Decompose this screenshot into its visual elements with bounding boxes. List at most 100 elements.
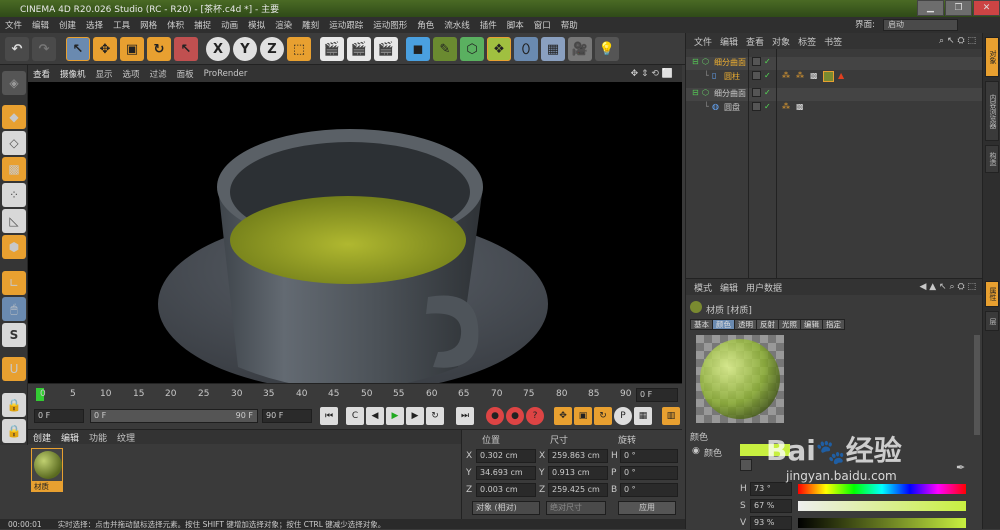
pos-x-field[interactable]: 0.302 cm xyxy=(476,449,536,463)
menu-plugins[interactable]: 插件 xyxy=(475,19,502,31)
menu-sculpt[interactable]: 雕刻 xyxy=(297,19,324,31)
camera-icon[interactable]: 🎥 xyxy=(568,37,592,61)
side-tab-content-browser[interactable]: 内容浏览器 xyxy=(985,81,999,141)
hue-slider[interactable] xyxy=(798,484,966,494)
rot-b-field[interactable]: 0 ° xyxy=(620,483,678,497)
object-menu-file[interactable]: 文件 xyxy=(690,35,716,48)
phong-tag-icon[interactable]: ⁂ xyxy=(782,102,790,111)
enabled-check-icon[interactable]: ✓ xyxy=(764,88,771,97)
prev-key-icon[interactable]: C xyxy=(346,407,364,425)
pos-z-field[interactable]: 0.003 cm xyxy=(476,483,536,497)
play-icon[interactable]: ▶ xyxy=(386,407,404,425)
color-radio-icon[interactable]: ◉ xyxy=(692,446,700,456)
menu-window[interactable]: 窗口 xyxy=(529,19,556,31)
apply-button[interactable]: 应用 xyxy=(618,501,676,515)
viewport-menu-cameras[interactable]: 摄像机 xyxy=(55,68,91,80)
side-tab-objects[interactable]: 对象 xyxy=(985,37,999,77)
menu-edit[interactable]: 编辑 xyxy=(27,19,54,31)
record-icon[interactable]: ● xyxy=(486,407,504,425)
tab-editor[interactable]: 编辑 xyxy=(800,319,823,330)
eyedropper-icon[interactable]: ✒ xyxy=(956,461,965,474)
viewport-menu-filter[interactable]: 过滤 xyxy=(145,68,172,80)
current-frame-field[interactable]: 0 F xyxy=(636,388,678,402)
cube-icon[interactable]: ◼ xyxy=(406,37,430,61)
3d-viewport[interactable] xyxy=(28,82,682,383)
rot-h-field[interactable]: 0 ° xyxy=(620,449,678,463)
start-frame-field[interactable]: 0 F xyxy=(34,409,84,423)
next-key-icon[interactable]: ↻ xyxy=(426,407,444,425)
menu-script[interactable]: 脚本 xyxy=(502,19,529,31)
recent-tool-icon[interactable]: ↖ xyxy=(174,37,198,61)
attribute-menu-userdata[interactable]: 用户数据 xyxy=(742,281,786,294)
menu-mesh[interactable]: 网格 xyxy=(135,19,162,31)
menu-help[interactable]: 帮助 xyxy=(556,19,583,31)
object-menu-bookmarks[interactable]: 书签 xyxy=(820,35,846,48)
object-menu-tags[interactable]: 标签 xyxy=(794,35,820,48)
timeline-ruler[interactable]: 0 5 10 15 20 25 30 35 40 45 50 55 60 65 … xyxy=(28,383,682,405)
maximize-button[interactable]: ❐ xyxy=(945,0,972,16)
menu-pipeline[interactable]: 流水线 xyxy=(439,19,475,31)
redo-icon[interactable]: ↷ xyxy=(32,37,56,61)
z-axis-lock-icon[interactable]: Z xyxy=(260,37,284,61)
light-icon[interactable]: 💡 xyxy=(595,37,619,61)
value-slider[interactable] xyxy=(798,518,966,528)
x-axis-lock-icon[interactable]: X xyxy=(206,37,230,61)
polygons-mode-icon[interactable]: ⬢ xyxy=(2,235,26,259)
enable-axis-icon[interactable]: ∟ xyxy=(2,271,26,295)
object-row-cylinder[interactable]: └ ▯ 圆柱 ✓ ⁂ ⁂ ▩ ▲ xyxy=(686,71,983,84)
prev-frame-icon[interactable]: ◀ xyxy=(366,407,384,425)
move-icon[interactable]: ✥ xyxy=(93,37,117,61)
side-tab-structure[interactable]: 构造 xyxy=(985,145,999,173)
material-menu-edit[interactable]: 编辑 xyxy=(56,431,84,444)
goto-end-icon[interactable]: ⏭ xyxy=(456,407,474,425)
viewport-menu-display[interactable]: 显示 xyxy=(91,68,118,80)
tweak-icon[interactable]: 🖱 xyxy=(2,297,26,321)
object-menu-objects[interactable]: 对象 xyxy=(768,35,794,48)
texture-mode-icon[interactable]: ◇ xyxy=(2,131,26,155)
viewport-menu-options[interactable]: 选项 xyxy=(118,68,145,80)
visibility-toggle[interactable] xyxy=(752,71,761,80)
workplane-icon[interactable]: ▩ xyxy=(2,157,26,181)
object-row-subdiv-1[interactable]: ⊟ ⬡ 细分曲面 ✓ xyxy=(686,57,983,70)
checker-tag-icon[interactable]: ▩ xyxy=(796,102,804,111)
magnet-icon[interactable]: U xyxy=(2,357,26,381)
hue-field[interactable]: 73 ° xyxy=(750,482,792,496)
object-menu-view[interactable]: 查看 xyxy=(742,35,768,48)
object-row-subdiv-2[interactable]: ⊟ ⬡ 细分曲面 ✓ xyxy=(686,88,983,101)
menu-volume[interactable]: 体积 xyxy=(162,19,189,31)
enabled-check-icon[interactable]: ✓ xyxy=(764,57,771,66)
attribute-menu-edit[interactable]: 编辑 xyxy=(716,281,742,294)
size-x-field[interactable]: 259.863 cm xyxy=(548,449,608,463)
snap-icon[interactable]: S xyxy=(2,323,26,347)
saturation-field[interactable]: 67 % xyxy=(750,499,792,513)
phong-tag-icon[interactable]: ⁂ xyxy=(782,71,790,80)
make-editable-icon[interactable]: ◈ xyxy=(2,71,26,95)
coordinate-system-icon[interactable]: ⬚ xyxy=(287,37,311,61)
y-axis-lock-icon[interactable]: Y xyxy=(233,37,257,61)
uvw-tag-icon[interactable]: ⁂ xyxy=(796,71,804,80)
object-search-icon[interactable]: ⌕ ↖ ⛭ ⬚ xyxy=(939,36,976,46)
menu-create[interactable]: 创建 xyxy=(54,19,81,31)
material-tag-icon[interactable] xyxy=(823,71,834,82)
minimize-button[interactable]: ▁ xyxy=(917,0,944,16)
warning-tag-icon[interactable]: ▲ xyxy=(838,71,844,80)
attribute-scrollbar[interactable] xyxy=(974,335,980,435)
material-menu-texture[interactable]: 纹理 xyxy=(112,431,140,444)
render-view-icon[interactable]: 🎬 xyxy=(320,37,344,61)
live-selection-icon[interactable]: ↖ xyxy=(66,37,90,61)
model-mode-icon[interactable]: ◆ xyxy=(2,105,26,129)
key-pla-icon[interactable]: ▦ xyxy=(634,407,652,425)
edges-mode-icon[interactable]: ◺ xyxy=(2,209,26,233)
rot-p-field[interactable]: 0 ° xyxy=(620,466,678,480)
viewport-menu-panel[interactable]: 面板 xyxy=(172,68,199,80)
goto-start-icon[interactable]: ⏮ xyxy=(320,407,338,425)
menu-motion-tracker[interactable]: 运动跟踪 xyxy=(324,19,368,31)
tab-basic[interactable]: 基本 xyxy=(690,319,713,330)
size-z-field[interactable]: 259.425 cm xyxy=(548,483,608,497)
key-rotation-icon[interactable]: ↻ xyxy=(594,407,612,425)
subdivision-surface-icon[interactable]: ⬡ xyxy=(460,37,484,61)
visibility-toggle[interactable] xyxy=(752,102,761,111)
saturation-slider[interactable] xyxy=(798,501,966,511)
menu-render[interactable]: 渲染 xyxy=(270,19,297,31)
key-scale-icon[interactable]: ▣ xyxy=(574,407,592,425)
